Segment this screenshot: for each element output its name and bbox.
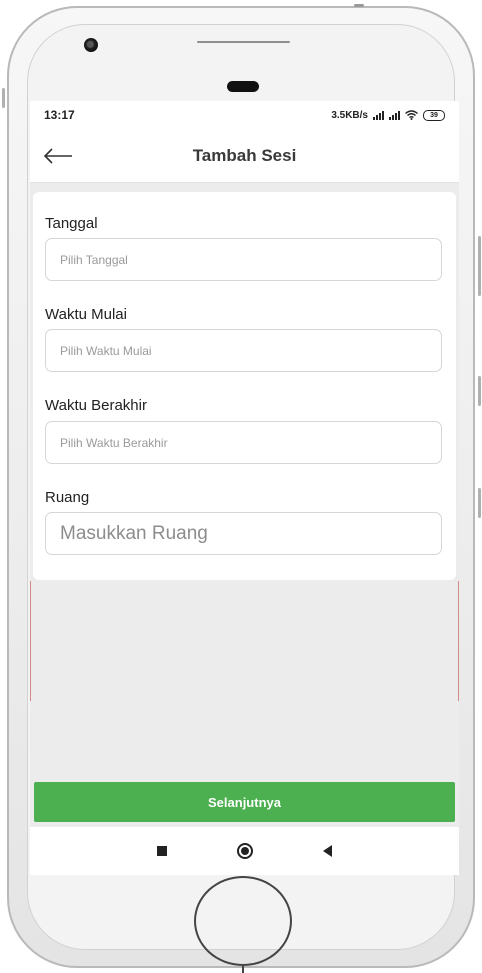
signal-icon xyxy=(373,110,384,120)
recents-icon[interactable] xyxy=(157,846,167,856)
next-button[interactable]: Selanjutnya xyxy=(34,782,455,822)
side-button xyxy=(478,376,481,406)
status-bar: 13:17 3.5KB/s 39 xyxy=(30,101,459,129)
side-button xyxy=(2,88,5,108)
session-form-card: Tanggal Waktu Mulai Waktu Berakhir Ruang xyxy=(33,192,456,580)
network-speed: 3.5KB/s xyxy=(331,109,368,121)
page-title: Tambah Sesi xyxy=(192,146,297,165)
waktu-berakhir-input[interactable] xyxy=(45,421,442,464)
power-button xyxy=(354,4,364,7)
waktu-mulai-input[interactable] xyxy=(45,329,442,372)
side-button xyxy=(478,236,481,296)
back-icon[interactable] xyxy=(323,845,332,857)
edge-line xyxy=(458,581,459,701)
status-time: 13:17 xyxy=(44,108,75,122)
cable-line xyxy=(242,966,244,973)
system-nav-bar xyxy=(30,827,459,875)
phone-screen: 13:17 3.5KB/s 39 Tambah Sesi Tanggal Wak… xyxy=(30,101,459,875)
edge-line xyxy=(30,581,31,701)
hardware-home-button[interactable] xyxy=(194,876,292,966)
waktu-berakhir-label: Waktu Berakhir xyxy=(45,397,147,414)
side-button xyxy=(478,488,481,518)
earpiece-speaker xyxy=(227,81,259,92)
app-bar: Tambah Sesi xyxy=(30,129,459,183)
status-indicators: 3.5KB/s 39 xyxy=(331,109,445,121)
signal-icon xyxy=(389,110,400,120)
front-camera-icon xyxy=(84,38,98,52)
ruang-label: Ruang xyxy=(45,489,90,506)
ruang-input[interactable] xyxy=(45,512,442,555)
sensor-line xyxy=(197,41,290,43)
battery-icon: 39 xyxy=(423,109,445,121)
tanggal-input[interactable] xyxy=(45,238,442,281)
wifi-icon xyxy=(405,109,418,121)
waktu-mulai-label: Waktu Mulai xyxy=(45,306,127,323)
tanggal-label: Tanggal xyxy=(45,215,98,232)
home-icon[interactable] xyxy=(237,843,253,859)
